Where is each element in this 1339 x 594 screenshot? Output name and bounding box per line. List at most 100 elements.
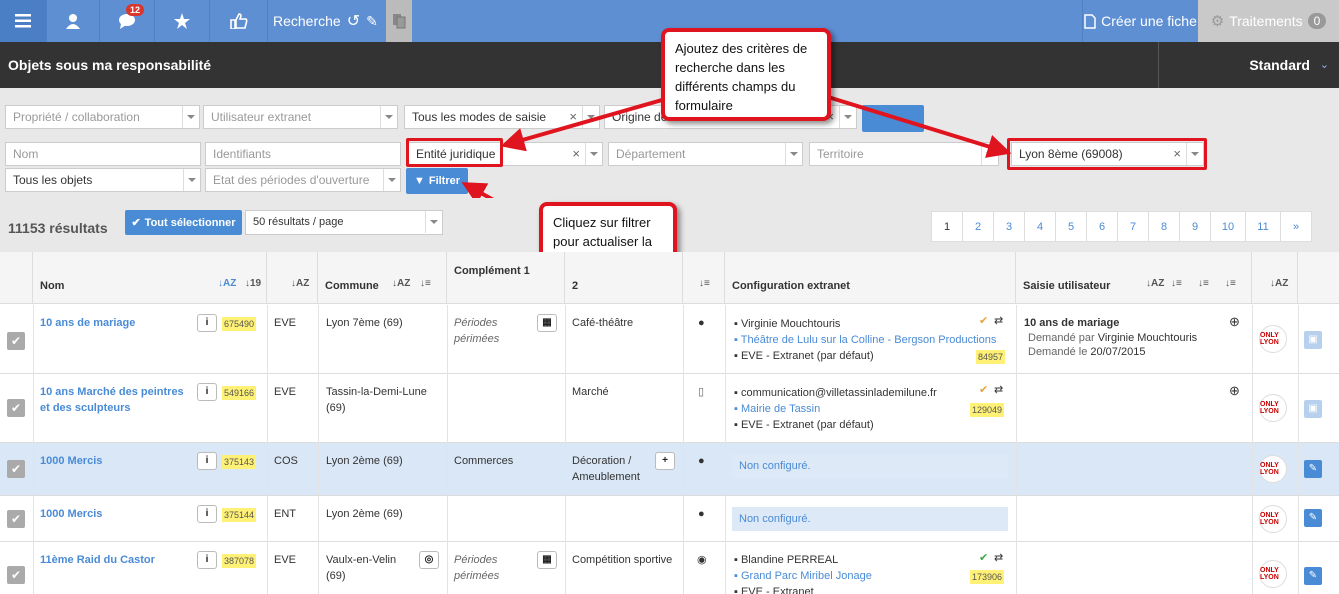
object-type: EVE [274, 554, 297, 566]
page-9[interactable]: 9 [1179, 211, 1211, 242]
object-name-link[interactable]: 1000 Mercis [40, 506, 102, 522]
modes-select[interactable]: Tous les modes de saisie × [404, 105, 600, 129]
clear-icon[interactable]: × [569, 106, 577, 128]
sort-alpha-icon[interactable]: ↓AZ [218, 278, 236, 289]
sort-alpha-icon[interactable]: ↓AZ [1270, 278, 1288, 289]
departement-select[interactable]: Département [608, 142, 803, 166]
page-6[interactable]: 6 [1086, 211, 1118, 242]
object-type: EVE [274, 317, 297, 329]
options-button[interactable] [862, 105, 924, 132]
object-name-link[interactable]: 10 ans de mariage [40, 315, 190, 331]
filter-button[interactable]: ▼ Filtrer [406, 168, 468, 194]
create-record-button[interactable]: Créer une fiche [1082, 0, 1198, 42]
info-icon[interactable]: i [197, 383, 217, 401]
utilisateur-select[interactable]: Utilisateur extranet [203, 105, 398, 129]
sort-numeric-icon[interactable]: ↓19 [245, 278, 261, 289]
like-button[interactable] [210, 0, 268, 42]
identifiants-input[interactable]: Identifiants [205, 142, 401, 166]
sort-amount-icon[interactable]: ↓≡ [699, 278, 710, 289]
calendar-icon[interactable]: ▦ [537, 551, 557, 569]
config-user-name: Virginie Mouchtouris [740, 318, 841, 330]
thumbs-up-icon [229, 13, 247, 29]
row-checkbox[interactable]: ✔ [7, 399, 25, 417]
config-status: Non configuré. [732, 507, 1008, 531]
upload-icon[interactable]: ⊕ [1229, 383, 1240, 399]
config-structure-name: Théâtre de Lulu sur la Colline - Bergson… [740, 334, 997, 346]
edit-button[interactable]: ✎ [1304, 509, 1322, 527]
sort-amount-icon[interactable]: ↓≡ [1171, 278, 1182, 289]
edit-button[interactable]: ✎ [1304, 567, 1322, 585]
upload-icon[interactable]: ⊕ [1229, 314, 1240, 330]
calendar-icon[interactable]: ▦ [537, 314, 557, 332]
swap-icon[interactable]: ⇄ [994, 382, 1003, 398]
config-structure-link[interactable]: ▪ Mairie de Tassin [734, 401, 820, 417]
view-selector[interactable]: Standard [1249, 57, 1310, 73]
page-5[interactable]: 5 [1055, 211, 1087, 242]
user-button[interactable] [47, 0, 100, 42]
per-page-value: 50 résultats / page [253, 216, 344, 228]
swap-icon[interactable]: ⇄ [994, 313, 1003, 329]
favorites-button[interactable] [155, 0, 210, 42]
page-next[interactable]: » [1280, 211, 1312, 242]
page-7[interactable]: 7 [1117, 211, 1149, 242]
row-checkbox[interactable]: ✔ [7, 510, 25, 528]
row-checkbox[interactable]: ✔ [7, 332, 25, 350]
territoire-select[interactable]: Territoire [809, 142, 999, 166]
search-section[interactable]: Recherche ↺ ✎ [268, 0, 386, 42]
treatments-button[interactable]: ⚙ Traitements 0 [1198, 0, 1339, 42]
chevron-down-icon[interactable]: ⌄ [1320, 58, 1329, 71]
col-config-label: Configuration extranet [732, 280, 850, 292]
info-icon[interactable]: i [197, 452, 217, 470]
info-icon[interactable]: i [197, 505, 217, 523]
object-id: 549166 [222, 386, 257, 400]
row-checkbox[interactable]: ✔ [7, 566, 25, 584]
sort-alpha-icon[interactable]: ↓AZ [392, 278, 410, 289]
lock-button[interactable]: ▣ [1304, 331, 1322, 349]
col-actions [1298, 252, 1339, 304]
page-10[interactable]: 10 [1210, 211, 1246, 242]
nom-input[interactable]: Nom [5, 142, 201, 166]
info-icon[interactable]: i [197, 314, 217, 332]
row-checkbox[interactable]: ✔ [7, 460, 25, 478]
per-page-select[interactable]: 50 résultats / page [245, 210, 443, 235]
sort-alpha-icon[interactable]: ↓AZ [291, 278, 309, 289]
select-all-button[interactable]: ✔ Tout sélectionner [125, 210, 242, 235]
pencil-icon[interactable]: ✎ [366, 13, 378, 30]
sort-amount-icon[interactable]: ↓≡ [1198, 278, 1209, 289]
create-label: Créer une fiche [1101, 13, 1197, 29]
reset-icon[interactable]: ↺ [347, 11, 360, 31]
config-structure-link[interactable]: ▪ Théâtre de Lulu sur la Colline - Bergs… [734, 332, 1004, 348]
page-4[interactable]: 4 [1024, 211, 1056, 242]
document-icon [1084, 13, 1096, 29]
page-11[interactable]: 11 [1245, 211, 1281, 242]
complement1-value: Périodes périmées [454, 317, 500, 345]
edit-button[interactable]: ✎ [1304, 460, 1322, 478]
object-name-link[interactable]: 11ème Raid du Castor [40, 552, 155, 568]
object-name-link[interactable]: 10 ans Marché des peintres et des sculpt… [40, 384, 190, 416]
config-structure-link[interactable]: ▪ Grand Parc Miribel Jonage [734, 568, 872, 584]
clear-icon[interactable]: × [572, 143, 580, 165]
swap-icon[interactable]: ⇄ [994, 550, 1003, 566]
object-name-link[interactable]: 1000 Mercis [40, 453, 102, 469]
sort-amount-icon[interactable]: ↓≡ [420, 278, 431, 289]
periodes-select[interactable]: Etat des périodes d'ouverture [205, 168, 401, 192]
config-extranet: ▪ EVE - Extranet [734, 584, 814, 594]
page-2[interactable]: 2 [962, 211, 994, 242]
sort-amount-icon[interactable]: ↓≡ [1225, 278, 1236, 289]
copy-button[interactable] [386, 0, 412, 42]
page-1[interactable]: 1 [931, 211, 963, 242]
objets-select[interactable]: Tous les objets [5, 168, 201, 192]
page-3[interactable]: 3 [993, 211, 1025, 242]
page-8[interactable]: 8 [1148, 211, 1180, 242]
info-icon[interactable]: i [197, 551, 217, 569]
lock-button[interactable]: ▣ [1304, 400, 1322, 418]
sort-alpha-icon[interactable]: ↓AZ [1146, 278, 1164, 289]
col-separator [1252, 305, 1253, 594]
table-row: ✔ 11ème Raid du Castor i 387078 EVE Vaul… [0, 542, 1339, 594]
funnel-icon: ▼ [413, 175, 425, 187]
target-icon[interactable]: ◎ [419, 551, 439, 569]
menu-button[interactable] [0, 0, 47, 42]
propriete-select[interactable]: Propriété / collaboration [5, 105, 200, 129]
plus-icon[interactable]: + [655, 452, 675, 470]
messages-button[interactable]: 12 [100, 0, 155, 42]
